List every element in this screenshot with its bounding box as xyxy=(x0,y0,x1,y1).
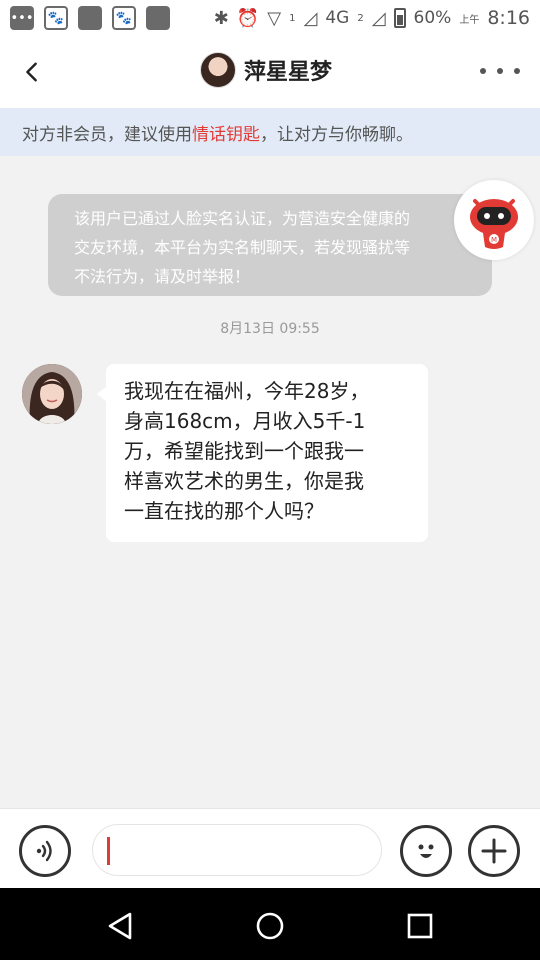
clock: 8:16 xyxy=(487,7,530,29)
sender-avatar[interactable] xyxy=(22,364,82,424)
notice-prefix: 对方非会员，建议使用 xyxy=(22,124,192,145)
text-caret xyxy=(107,837,110,865)
membership-notice: 对方非会员，建议使用 情话钥匙 ，让对方与你畅聊。 xyxy=(0,108,540,156)
system-message-line: 不法行为，请及时举报！ xyxy=(74,267,251,286)
page-title: 萍星星梦 xyxy=(244,60,333,85)
paw-app-icon: 🐾 xyxy=(44,6,68,30)
notice-suffix: ，让对方与你畅聊。 xyxy=(260,124,413,145)
emoji-button[interactable] xyxy=(400,825,452,877)
chevron-left-icon xyxy=(26,62,37,82)
nav-recents-button[interactable] xyxy=(400,906,440,946)
chat-header: 萍星星梦 xyxy=(0,36,540,108)
svg-text:M: M xyxy=(491,236,497,244)
network-sub-label: 2 xyxy=(357,12,364,24)
paw-app-icon: 🐾 xyxy=(112,6,136,30)
more-actions-button[interactable] xyxy=(468,825,520,877)
message-notification-icon: ••• xyxy=(10,6,34,30)
message-line: 样喜欢艺术的男生，你是我 xyxy=(124,469,364,493)
square-recents-icon xyxy=(407,913,433,939)
voice-button[interactable] xyxy=(19,825,71,877)
notification-icons: ••• 🐾 🐾 xyxy=(10,6,170,30)
voice-icon xyxy=(36,840,52,862)
system-message-line: 该用户已通过人脸实名认证，为营造安全健康的 xyxy=(74,209,411,228)
triangle-back-icon xyxy=(108,912,132,940)
chat-bubble[interactable]: 我现在在福州，今年28岁， 身高168cm，月收入5千-1 万，希望能找到一个跟… xyxy=(97,364,428,542)
avatar-image xyxy=(22,364,82,424)
message-input[interactable] xyxy=(92,824,382,876)
back-button[interactable] xyxy=(14,54,50,90)
message-line: 我现在在福州，今年28岁， xyxy=(124,379,370,403)
message-line: 万，希望能找到一个跟我一 xyxy=(124,439,364,463)
message-line: 一直在找的那个人吗？ xyxy=(124,499,324,523)
assistant-robot-button[interactable]: M xyxy=(454,180,534,260)
bluetooth-icon: ✱ xyxy=(213,7,229,29)
signal-icon: ◿ xyxy=(371,7,386,29)
app-notification-icon xyxy=(78,6,102,30)
system-indicators: ✱ ⏰ ▽ 1 ◿ 4G 2 ◿ 60% 上午 8:16 xyxy=(214,7,530,29)
contact-avatar[interactable] xyxy=(200,52,236,88)
message-line: 身高168cm，月收入5千-1 xyxy=(124,409,366,433)
battery-icon xyxy=(393,8,406,28)
contact-title[interactable]: 萍星星梦 xyxy=(200,52,332,88)
alarm-icon: ⏰ xyxy=(236,7,260,29)
app-notification-icon xyxy=(146,6,170,30)
dot-icon xyxy=(497,68,503,74)
love-key-link[interactable]: 情话钥匙 xyxy=(192,120,260,145)
dot-icon xyxy=(514,68,520,74)
nav-back-button[interactable] xyxy=(100,906,140,946)
system-message: 该用户已通过人脸实名认证，为营造安全健康的 交友环境，本平台为实名制聊天，若发现… xyxy=(48,194,492,296)
circle-home-icon xyxy=(256,912,284,940)
input-bar xyxy=(0,808,540,888)
nav-home-button[interactable] xyxy=(250,906,290,946)
message-timestamp: 8月13日 09:55 xyxy=(220,321,320,337)
more-options-button[interactable] xyxy=(480,58,520,84)
emoji-icon xyxy=(418,844,434,858)
signal-sub-label: 1 xyxy=(289,12,296,24)
system-message-line: 交友环境，本平台为实名制聊天，若发现骚扰等 xyxy=(74,238,411,257)
network-label: 4G xyxy=(325,8,350,28)
am-pm-label: 上午 xyxy=(459,14,480,26)
plus-icon xyxy=(481,838,507,864)
signal-icon: ◿ xyxy=(303,7,318,29)
robot-icon: M xyxy=(470,199,518,249)
system-navigation-bar xyxy=(0,888,540,960)
battery-percent: 60% xyxy=(413,8,452,28)
dot-icon xyxy=(480,68,486,74)
wifi-icon: ▽ xyxy=(267,7,282,29)
status-bar: ••• 🐾 🐾 ✱ ⏰ ▽ 1 ◿ 4G 2 ◿ 60% 上午 8:16 xyxy=(0,0,540,36)
